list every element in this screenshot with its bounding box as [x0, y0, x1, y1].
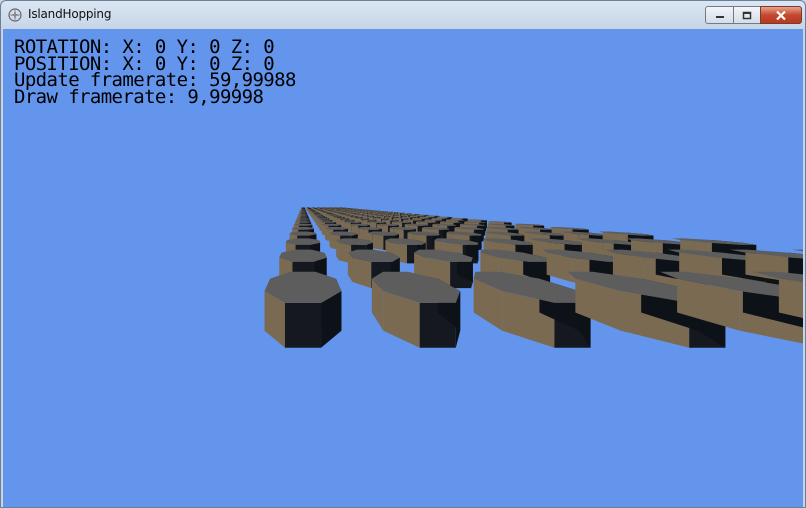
game-viewport[interactable]: ROTATION: X: 0 Y: 0 Z: 0 POSITION: X: 0 … — [3, 29, 803, 507]
pillar-side-face — [336, 240, 339, 261]
pillar-side-face — [321, 224, 323, 235]
app-window: IslandHopping ROTATION: X: 0 Y: 0 Z: 0 P… — [0, 0, 806, 508]
pillar-side-face — [347, 252, 353, 282]
pillar-top-face — [298, 214, 308, 216]
pillar-side-face — [329, 232, 331, 249]
maximize-button[interactable] — [733, 6, 761, 24]
pillar-top-face — [295, 219, 311, 221]
pillar-side-face — [324, 227, 326, 241]
app-icon — [8, 8, 22, 22]
title-bar[interactable]: IslandHopping — [1, 1, 805, 29]
close-button[interactable] — [760, 6, 802, 24]
pillar-top-face — [293, 223, 313, 226]
pillar-side-face — [319, 221, 320, 231]
pillar-side-face — [372, 234, 384, 250]
draw-framerate-readout: Draw framerate: 9,99998 — [14, 85, 264, 108]
maximize-icon — [742, 11, 752, 19]
pillar-top-face — [297, 216, 309, 218]
pillar-side-face — [352, 257, 372, 289]
pillar — [264, 271, 342, 348]
pillar-side-face — [357, 227, 360, 241]
minimize-icon — [715, 16, 724, 18]
pillar-side-face — [284, 302, 322, 348]
pillar-side-face — [546, 252, 572, 282]
window-title: IslandHopping — [28, 7, 112, 21]
close-icon — [776, 10, 786, 20]
minimize-button[interactable] — [705, 6, 734, 24]
pillar-top-face — [294, 221, 312, 223]
pillar — [473, 271, 591, 348]
debug-hud: ROTATION: X: 0 Y: 0 Z: 0 POSITION: X: 0 … — [14, 38, 296, 108]
pillar-top-face — [297, 215, 309, 217]
pillar-top-face — [296, 217, 310, 219]
